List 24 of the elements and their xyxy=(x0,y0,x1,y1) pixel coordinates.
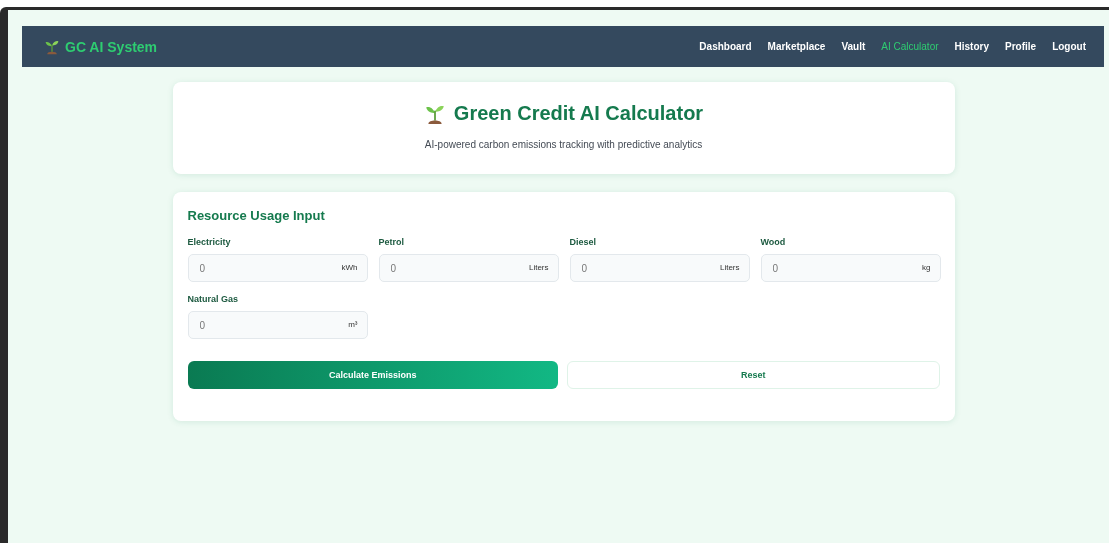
nav-link[interactable]: Logout xyxy=(1052,41,1086,52)
brand-name[interactable]: GC AI System xyxy=(65,38,158,55)
nav-link[interactable]: Marketplace xyxy=(767,41,826,52)
nav-link[interactable]: History xyxy=(954,41,989,52)
unit-label: kg xyxy=(922,263,931,272)
section-title: Resource Usage Input xyxy=(187,208,326,223)
unit-label: Liters xyxy=(528,263,549,272)
nav-link[interactable]: Dashboard xyxy=(699,41,752,52)
field-label: Wood xyxy=(760,237,787,247)
field-label: Petrol xyxy=(378,237,405,247)
field-label: Electricity xyxy=(187,237,232,247)
unit-label: Liters xyxy=(719,263,740,272)
page-subtitle: AI-powered carbon emissions tracking with predictive analytics xyxy=(423,139,704,150)
nav-link[interactable]: Profile xyxy=(1005,41,1037,52)
nav-link[interactable]: AI Calculator xyxy=(881,41,939,52)
unit-label: kWh xyxy=(341,263,358,272)
page-title: Green Credit AI Calculator xyxy=(453,102,704,125)
reset-button[interactable]: Reset xyxy=(567,361,940,389)
field-label: Diesel xyxy=(569,237,598,247)
calculate-button[interactable]: Calculate Emissions xyxy=(187,361,558,389)
nav-link[interactable]: Vault xyxy=(841,41,866,52)
sprout-icon xyxy=(44,38,60,55)
field-label: Natural Gas xyxy=(187,294,240,304)
unit-label: m³ xyxy=(348,320,358,329)
